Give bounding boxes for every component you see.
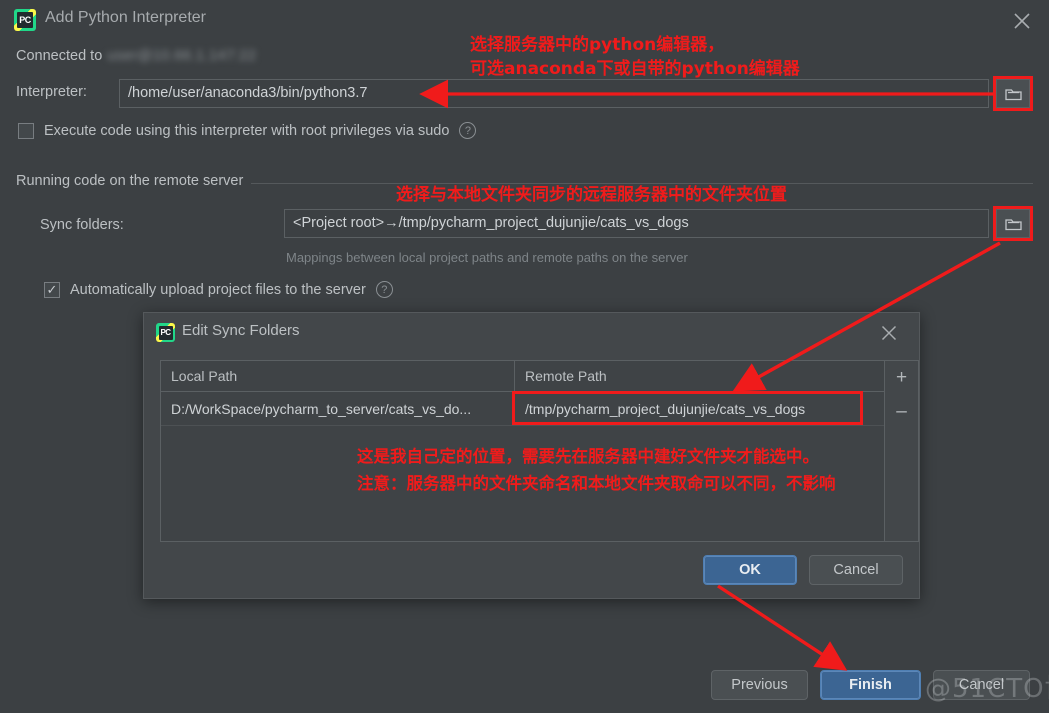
- table-row[interactable]: D:/WorkSpace/pycharm_to_server/cats_vs_d…: [161, 392, 884, 426]
- dialog-title: Edit Sync Folders: [182, 322, 300, 339]
- remove-mapping-button[interactable]: –: [885, 395, 918, 429]
- connected-to-label: Connected to: [16, 48, 103, 64]
- pycharm-logo-text: PC: [158, 325, 173, 340]
- help-icon[interactable]: ?: [375, 281, 393, 298]
- add-python-interpreter-window: PC Add Python Interpreter Connected to us…: [0, 0, 1049, 713]
- table-side-toolbar: + –: [885, 360, 919, 542]
- dialog-cancel-button[interactable]: Cancel: [809, 555, 903, 585]
- interpreter-input[interactable]: /home/user/anaconda3/bin/python3.7: [119, 79, 989, 108]
- sync-folders-label: Sync folders:: [40, 217, 124, 233]
- sync-folders-input[interactable]: <Project root>→/tmp/pycharm_project_duju…: [284, 209, 989, 238]
- annotation-sync-folders-line1: 选择与本地文件夹同步的远程服务器中的文件夹位置: [396, 185, 787, 205]
- pycharm-logo-icon: PC: [156, 323, 175, 342]
- section-title-running-code: Running code on the remote server: [16, 173, 252, 189]
- folder-icon: [1004, 88, 1022, 100]
- browse-sync-folders-button[interactable]: [996, 209, 1030, 238]
- auto-upload-checkbox-row[interactable]: Automatically upload project files to th…: [44, 281, 393, 298]
- sudo-checkbox-row[interactable]: Execute code using this interpreter with…: [18, 122, 477, 139]
- sudo-checkbox-label: Execute code using this interpreter with…: [44, 122, 450, 139]
- page-title: Add Python Interpreter: [45, 9, 206, 26]
- sync-folders-hint: Mappings between local project paths and…: [286, 250, 688, 265]
- close-icon[interactable]: [879, 323, 899, 343]
- browse-interpreter-button[interactable]: [996, 79, 1030, 108]
- cell-remote-path[interactable]: /tmp/pycharm_project_dujunjie/cats_vs_do…: [515, 392, 884, 425]
- connected-to-value: user@10.66.1.147:22: [107, 48, 257, 64]
- column-header-local-path[interactable]: Local Path: [161, 361, 515, 391]
- auto-upload-checkbox-label: Automatically upload project files to th…: [70, 281, 366, 298]
- annotation-interpreter-line1: 选择服务器中的python编辑器，: [470, 35, 725, 55]
- folder-icon: [1004, 218, 1022, 230]
- watermark: @51CTO博客: [925, 674, 1049, 704]
- finish-button[interactable]: Finish: [820, 670, 921, 700]
- cell-local-path[interactable]: D:/WorkSpace/pycharm_to_server/cats_vs_d…: [161, 392, 515, 425]
- table-header-row: Local Path Remote Path: [161, 361, 884, 392]
- annotation-dialog-line1: 这是我自己定的位置，需要先在服务器中建好文件夹才能选中。: [357, 447, 819, 466]
- sudo-checkbox[interactable]: [18, 122, 34, 139]
- add-mapping-button[interactable]: +: [885, 361, 918, 395]
- connected-to-row: Connected to user@10.66.1.147:22: [16, 48, 256, 64]
- annotation-sync-folders: 选择与本地文件夹同步的远程服务器中的文件夹位置: [396, 183, 787, 207]
- column-header-remote-path[interactable]: Remote Path: [515, 361, 884, 391]
- close-icon[interactable]: [1011, 10, 1033, 32]
- annotation-interpreter-line2: 可选anaconda下或自带的python编辑器: [470, 59, 800, 79]
- annotation-dialog: 这是我自己定的位置，需要先在服务器中建好文件夹才能选中。 注意：服务器中的文件夹…: [357, 443, 836, 497]
- ok-button[interactable]: OK: [703, 555, 797, 585]
- pycharm-logo-text: PC: [17, 12, 33, 28]
- previous-button[interactable]: Previous: [711, 670, 808, 700]
- interpreter-label: Interpreter:: [16, 84, 87, 100]
- annotation-dialog-line2: 注意：服务器中的文件夹命名和本地文件夹取命可以不同，不影响: [357, 474, 836, 493]
- help-icon[interactable]: ?: [459, 122, 477, 139]
- auto-upload-checkbox[interactable]: [44, 281, 60, 298]
- annotation-interpreter: 选择服务器中的python编辑器， 可选anaconda下或自带的python编…: [470, 33, 800, 81]
- pycharm-logo-icon: PC: [14, 9, 36, 31]
